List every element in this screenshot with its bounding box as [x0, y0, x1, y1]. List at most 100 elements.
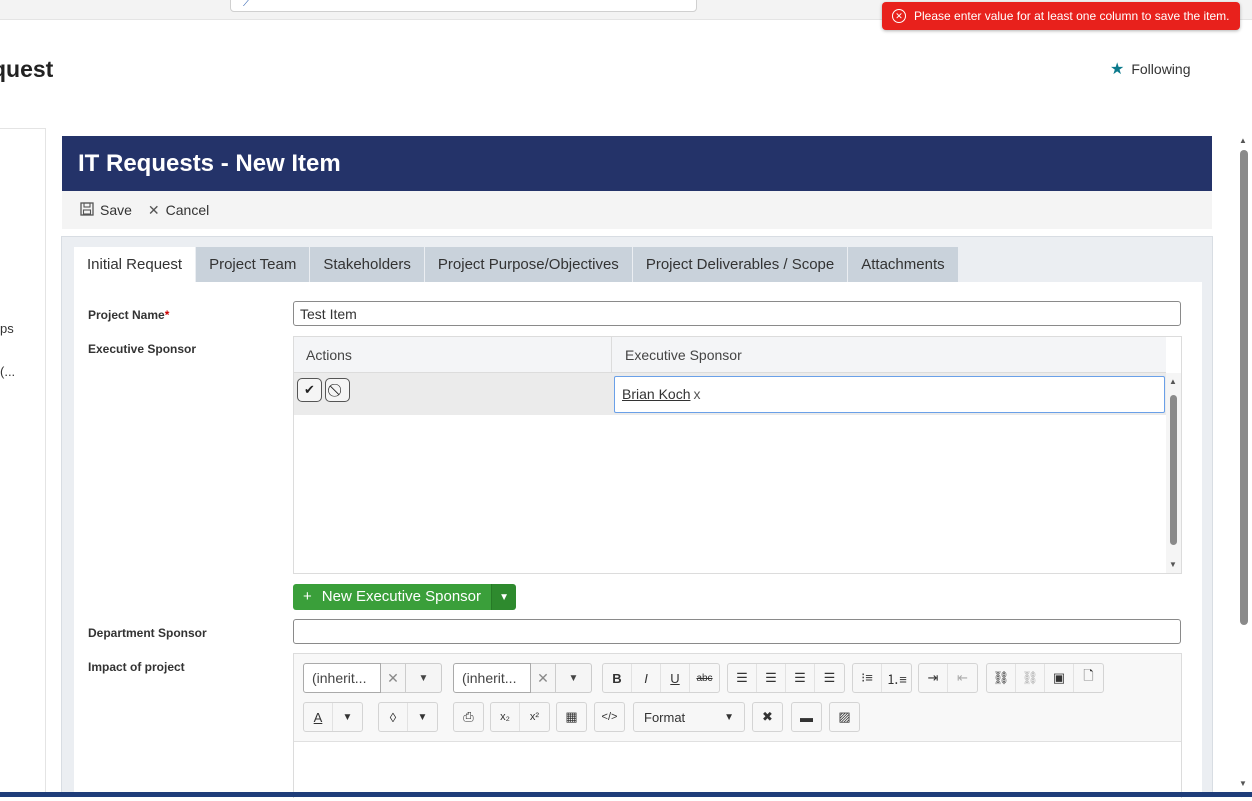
rich-text-editor: (inherit... ✕ ▼ (inherit... ✕ ▼ B I U ab… [293, 653, 1182, 801]
save-button[interactable]: Save [80, 201, 132, 219]
font-family-value[interactable]: (inherit... [303, 663, 381, 693]
document-icon[interactable]: ▬ [792, 703, 821, 731]
project-name-input[interactable] [293, 301, 1181, 326]
insert-image-group: ▨ [829, 702, 860, 732]
code-icon[interactable]: </> [595, 703, 624, 731]
align-right-icon[interactable]: ☰ [786, 664, 815, 692]
underline-icon[interactable]: U [661, 664, 690, 692]
scroll-thumb[interactable] [1240, 150, 1248, 625]
page-scrollbar[interactable]: ▲ ▼ [1236, 136, 1252, 788]
executive-sponsor-grid: Actions Executive Sponsor ✔ ⃠ Brian Koch… [293, 336, 1182, 574]
command-bar: Save ✕ Cancel [62, 191, 1212, 229]
grid-scrollbar[interactable]: ▲ ▼ [1166, 373, 1181, 573]
tab-initial-request[interactable]: Initial Request [74, 247, 196, 282]
clear-formatting-icon[interactable]: ✖ [753, 703, 782, 731]
person-link[interactable]: Brian Koch [622, 386, 690, 402]
scroll-down-icon[interactable]: ▼ [1239, 779, 1247, 788]
align-justify-icon[interactable]: ☰ [815, 664, 844, 692]
format-label: Format [644, 709, 686, 725]
department-sponsor-label: Department Sponsor [88, 626, 207, 640]
font-color-icon[interactable]: A [304, 703, 333, 731]
strikethrough-icon[interactable]: abc [690, 664, 719, 692]
error-close-icon[interactable]: ✕ [892, 9, 906, 23]
executive-sponsor-cell[interactable]: Brian Koch x [614, 376, 1165, 413]
format-select[interactable]: Format ▼ [633, 702, 745, 732]
superscript-icon[interactable]: x² [520, 703, 549, 731]
cancel-row-button[interactable]: ⃠ [325, 378, 350, 402]
bullet-list-icon[interactable]: ⁝≡ [853, 664, 882, 692]
chevron-down-icon: ▼ [724, 711, 734, 723]
font-color-select[interactable]: A ▼ [303, 702, 363, 732]
toast-message: Please enter value for at least one colu… [914, 9, 1230, 23]
insert-image-icon[interactable]: ▨ [830, 703, 859, 731]
italic-icon[interactable]: I [632, 664, 661, 692]
subscript-icon[interactable]: x₂ [491, 703, 520, 731]
leftnav-item-1[interactable]: ps [0, 321, 14, 336]
align-center-icon[interactable]: ☰ [757, 664, 786, 692]
remove-person-button[interactable]: x [693, 386, 700, 402]
tab-panel-initial-request: Project Name* Executive Sponsor Actions … [74, 282, 1202, 801]
leftnav-item-2[interactable]: (... [0, 364, 15, 379]
confirm-row-button[interactable]: ✔ [297, 378, 322, 402]
tab-project-purpose[interactable]: Project Purpose/Objectives [424, 247, 632, 282]
indent-group: ⇥ ⇤ [918, 663, 978, 693]
bold-icon[interactable]: B [603, 664, 632, 692]
image-icon[interactable]: ▣ [1045, 664, 1074, 692]
close-icon: ✕ [147, 201, 160, 218]
grid-header: Actions Executive Sponsor [294, 337, 1166, 373]
font-size-select[interactable]: (inherit... ✕ ▼ [453, 663, 592, 693]
left-navigation: ps (... [0, 128, 46, 797]
tab-attachments[interactable]: Attachments [848, 247, 958, 282]
save-icon [80, 201, 94, 219]
link-icon[interactable]: ⛓ [987, 664, 1016, 692]
background-color-icon[interactable]: ◊ [379, 703, 408, 731]
search-icon: ⟋ [243, 0, 250, 9]
tab-stakeholders[interactable]: Stakeholders [310, 247, 424, 282]
scroll-up-icon[interactable]: ▲ [1239, 136, 1247, 145]
column-header-executive-sponsor: Executive Sponsor [625, 347, 742, 363]
department-sponsor-input[interactable] [293, 619, 1181, 644]
chevron-down-icon[interactable]: ▼ [556, 663, 592, 693]
clear-icon[interactable]: ✕ [531, 663, 556, 693]
print-icon[interactable]: ⎙ [454, 703, 483, 731]
indent-icon[interactable]: ⇥ [919, 664, 948, 692]
cancel-button[interactable]: ✕ Cancel [148, 202, 209, 219]
scroll-down-icon[interactable]: ▼ [1169, 560, 1177, 569]
clear-icon[interactable]: ✕ [381, 663, 406, 693]
top-search-box[interactable]: ⟋ [230, 0, 697, 12]
chevron-down-icon[interactable]: ▼ [333, 703, 362, 731]
plus-icon: + [303, 588, 312, 605]
project-name-label: Project Name* [88, 308, 170, 322]
script-group: x₂ x² [490, 702, 550, 732]
column-header-actions: Actions [306, 347, 352, 363]
document-group: ▬ [791, 702, 822, 732]
scroll-thumb[interactable] [1170, 395, 1177, 545]
tab-project-team[interactable]: Project Team [196, 247, 310, 282]
error-toast: ✕ Please enter value for at least one co… [882, 2, 1240, 30]
clear-format-group: ✖ [752, 702, 783, 732]
impact-label: Impact of project [88, 660, 185, 674]
table-icon[interactable]: ▦ [557, 703, 586, 731]
text-style-group: B I U abc [602, 663, 720, 693]
following-button[interactable]: ★ Following [1110, 59, 1190, 79]
align-left-icon[interactable]: ☰ [728, 664, 757, 692]
new-executive-sponsor-button[interactable]: + New Executive Sponsor ▼ [293, 584, 517, 610]
scroll-up-icon[interactable]: ▲ [1169, 377, 1177, 386]
font-family-select[interactable]: (inherit... ✕ ▼ [303, 663, 442, 693]
alignment-group: ☰ ☰ ☰ ☰ [727, 663, 845, 693]
new-executive-sponsor-main[interactable]: + New Executive Sponsor [293, 584, 492, 610]
chevron-down-icon[interactable]: ▼ [406, 663, 442, 693]
insert-group: ⛓ ⛓ ▣ 🗋 [986, 663, 1104, 693]
outdent-icon[interactable]: ⇤ [948, 664, 977, 692]
save-label: Save [100, 202, 132, 218]
insert-file-icon[interactable]: 🗋 [1074, 664, 1103, 692]
background-color-select[interactable]: ◊ ▼ [378, 702, 438, 732]
chevron-down-icon[interactable]: ▼ [491, 584, 517, 610]
unlink-icon[interactable]: ⛓ [1016, 664, 1045, 692]
new-executive-sponsor-label: New Executive Sponsor [321, 588, 482, 605]
list-group: ⁝≡ ⒈≡ [852, 663, 912, 693]
tab-project-deliverables[interactable]: Project Deliverables / Scope [632, 247, 848, 282]
numbered-list-icon[interactable]: ⒈≡ [882, 664, 911, 692]
chevron-down-icon[interactable]: ▼ [408, 703, 437, 731]
font-size-value[interactable]: (inherit... [453, 663, 531, 693]
